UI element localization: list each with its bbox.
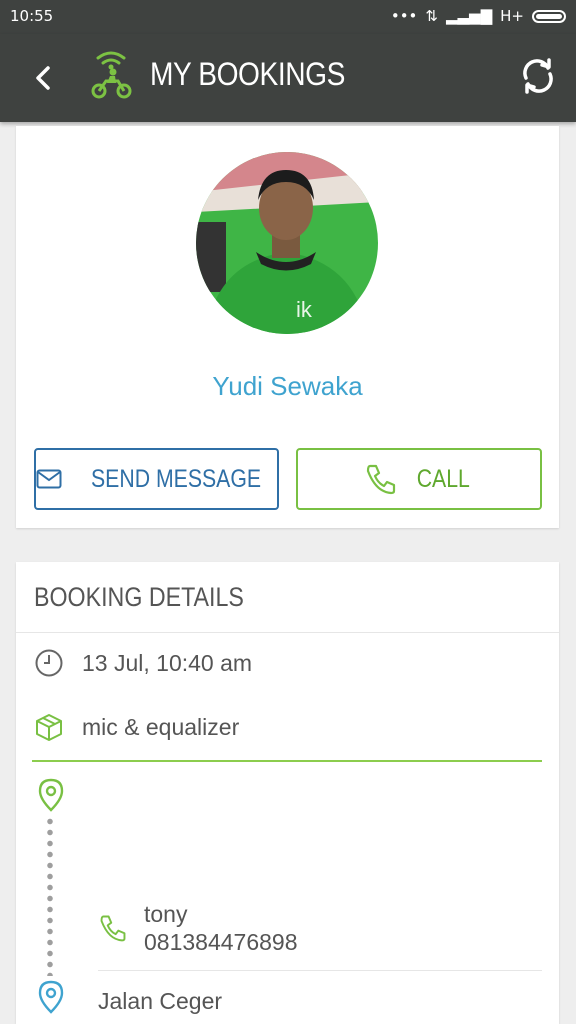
- gojek-logo-icon: [91, 51, 132, 99]
- battery-icon: [532, 9, 566, 23]
- divider: [16, 632, 559, 633]
- data-transfer-icon: ⇅: [425, 7, 438, 25]
- pickup-pin-icon: [38, 778, 64, 812]
- booking-datetime: 13 Jul, 10:40 am: [82, 649, 253, 676]
- driver-card: ik Yudi Sewaka SEND MESSAGE CALL: [16, 126, 559, 528]
- refresh-icon[interactable]: [518, 56, 558, 96]
- driver-avatar: ik: [196, 152, 378, 334]
- booking-item-row: mic & equalizer: [34, 712, 239, 742]
- network-type: H+: [500, 7, 524, 25]
- section-title: BOOKING DETAILS: [34, 582, 244, 612]
- pickup-contact: tony 081384476898: [98, 900, 298, 956]
- booking-item: mic & equalizer: [82, 713, 240, 740]
- contact-info: tony 081384476898: [144, 900, 298, 956]
- package-icon: [36, 714, 62, 741]
- route-dots: [47, 816, 53, 976]
- clock-icon: [35, 649, 63, 677]
- phone-icon: [366, 464, 395, 495]
- svg-text:ik: ik: [296, 297, 313, 322]
- status-bar: 10:55 ••• ⇅ ▂▃▅▇ H+: [0, 0, 576, 34]
- destination-address: Jalan Ceger: [98, 988, 223, 1014]
- send-message-label: SEND MESSAGE: [91, 464, 262, 493]
- booking-details-card: BOOKING DETAILS 13 Jul, 10:40 am mic & e…: [16, 562, 559, 1024]
- send-message-button[interactable]: SEND MESSAGE: [34, 448, 279, 510]
- call-label: CALL: [416, 464, 470, 493]
- booking-datetime-row: 13 Jul, 10:40 am: [34, 648, 252, 678]
- more-dots-icon: •••: [390, 7, 418, 25]
- contact-phone-icon[interactable]: [98, 913, 128, 943]
- app-bar: MY BOOKINGS: [0, 34, 576, 122]
- signal-icon: ▂▃▅▇: [445, 7, 493, 25]
- call-button[interactable]: CALL: [296, 448, 542, 510]
- driver-name: Yudi Sewaka: [212, 371, 363, 401]
- contact-name: tony: [144, 901, 188, 927]
- status-time: 10:55: [10, 7, 54, 25]
- route-divider: [32, 760, 542, 762]
- contact-phone: 081384476898: [144, 929, 298, 955]
- envelope-icon: [36, 469, 62, 489]
- destination-pin-icon: [38, 980, 64, 1014]
- page-title: MY BOOKINGS: [150, 56, 345, 92]
- status-icons: ••• ⇅ ▂▃▅▇ H+: [391, 7, 566, 25]
- back-arrow-icon[interactable]: [28, 60, 58, 96]
- divider: [98, 970, 542, 971]
